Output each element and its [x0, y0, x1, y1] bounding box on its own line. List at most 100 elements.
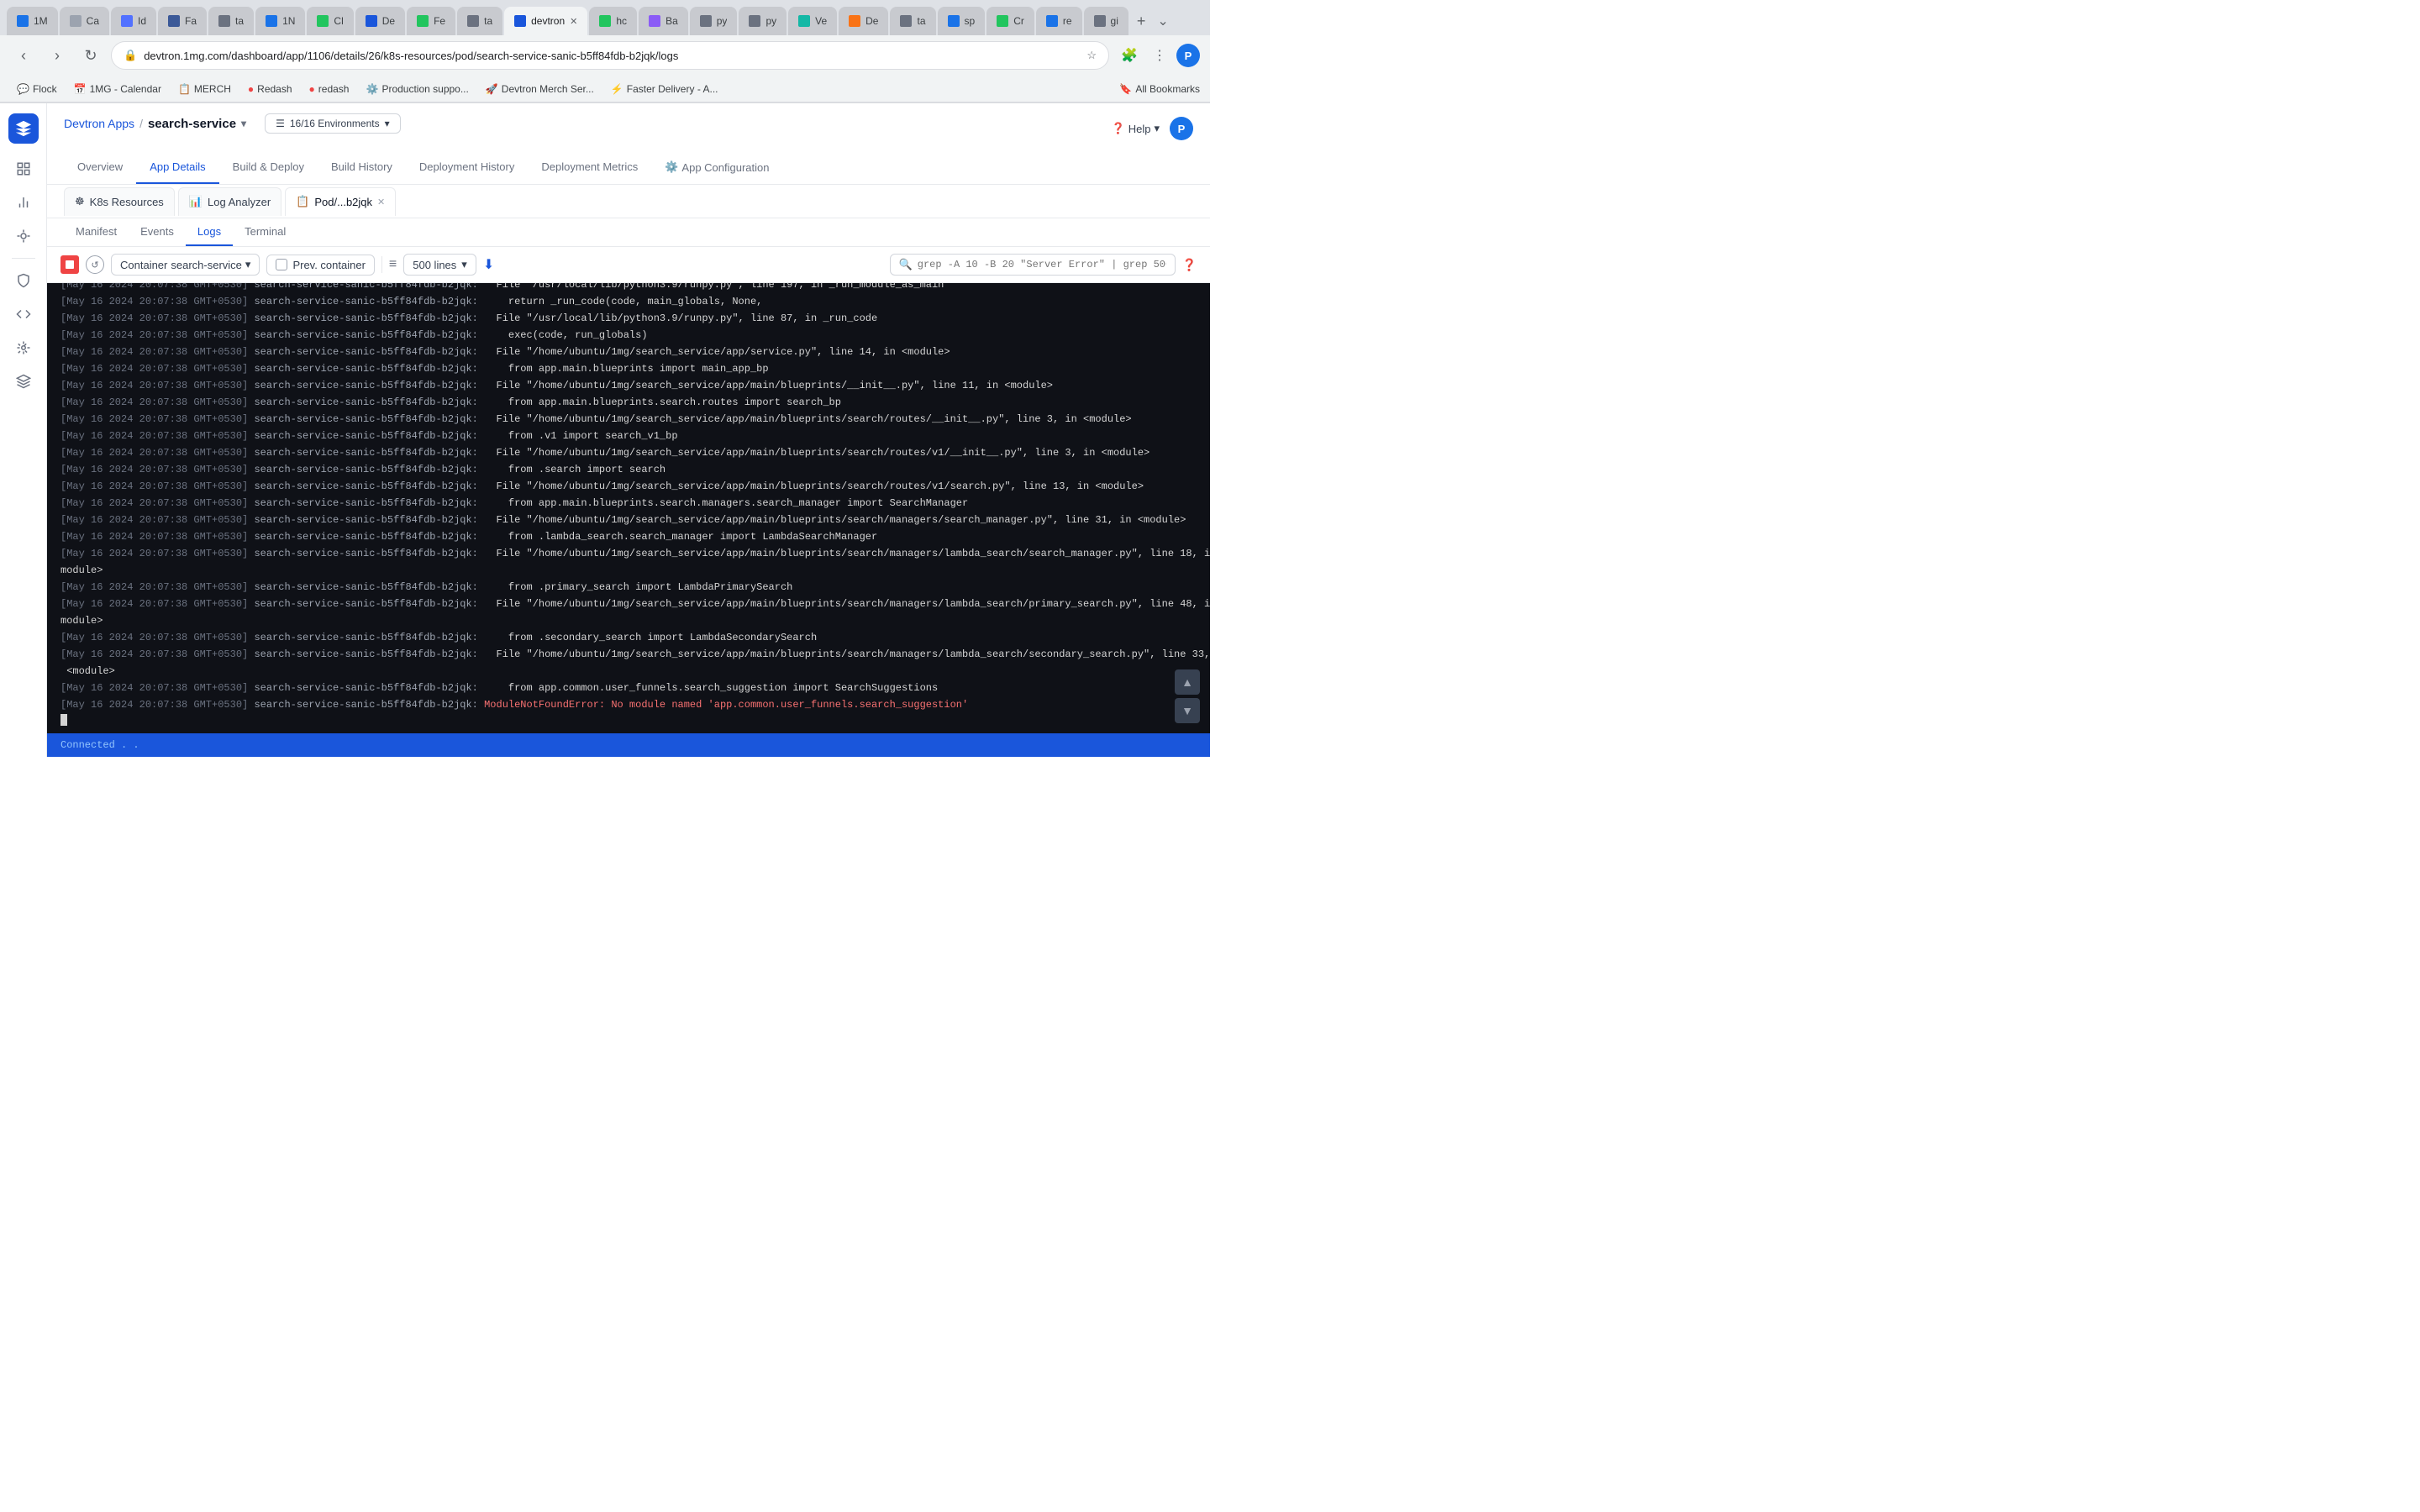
tab-id[interactable]: Id — [111, 7, 156, 35]
bookmark-star-icon[interactable]: ☆ — [1086, 49, 1097, 62]
tab-deployment-history[interactable]: Deployment History — [406, 152, 528, 184]
tab-re[interactable]: re — [1036, 7, 1082, 35]
tab-1n[interactable]: 1N — [255, 7, 305, 35]
tab-hc[interactable]: hc — [589, 7, 637, 35]
sub-tab-k8s-resources[interactable]: ☸ K8s Resources — [64, 187, 175, 216]
back-button[interactable]: ‹ — [10, 42, 37, 69]
tab-ba[interactable]: Ba — [639, 7, 688, 35]
log-pod-name: search-service-sanic-b5ff84fdb-b2jqk: — [254, 596, 484, 612]
tab-cr[interactable]: Cr — [986, 7, 1034, 35]
pod-tab-close-button[interactable]: ✕ — [377, 197, 385, 207]
tab-build-history[interactable]: Build History — [318, 152, 406, 184]
tab-sp[interactable]: sp — [938, 7, 986, 35]
sidebar-item-plugin[interactable] — [8, 333, 39, 363]
url-bar[interactable]: 🔒 devtron.1mg.com/dashboard/app/1106/det… — [111, 41, 1109, 70]
tab-app-details[interactable]: App Details — [136, 152, 218, 184]
download-button[interactable]: ⬇ — [483, 256, 494, 273]
all-bookmarks-button[interactable]: 🔖 All Bookmarks — [1119, 83, 1200, 95]
user-avatar[interactable]: P — [1170, 117, 1193, 140]
log-line: [May 16 2024 20:07:38 GMT+0530] search-s… — [47, 696, 1210, 713]
tab-ta2[interactable]: ta — [457, 7, 502, 35]
devtron-logo[interactable] — [8, 113, 39, 144]
inner-tab-manifest[interactable]: Manifest — [64, 218, 129, 246]
sub-tab-pod[interactable]: 📋 Pod/...b2jqk ✕ — [285, 187, 396, 216]
bookmark-production[interactable]: ⚙️ Production suppo... — [359, 81, 475, 97]
tab-py1[interactable]: py — [690, 7, 738, 35]
environments-selector[interactable]: ☰ 16/16 Environments ▾ — [265, 113, 401, 134]
log-pod-name: search-service-sanic-b5ff84fdb-b2jqk: — [254, 361, 484, 376]
clear-button[interactable]: ↺ — [86, 255, 104, 274]
sidebar-item-apps[interactable] — [8, 154, 39, 184]
tab-overflow-button[interactable]: ⌄ — [1157, 13, 1168, 29]
log-timestamp: [May 16 2024 20:07:38 GMT+0530] — [60, 546, 254, 561]
bookmark-calendar[interactable]: 📅 1MG - Calendar — [67, 81, 168, 97]
app-config-gear-icon: ⚙️ — [665, 160, 678, 174]
logs-content[interactable]: [May 16 2024 20:07:38 GMT+0530] search-s… — [47, 283, 1210, 733]
tab-fa[interactable]: Fa — [158, 7, 207, 35]
tab-ta[interactable]: ta — [208, 7, 254, 35]
inner-tab-terminal[interactable]: Terminal — [233, 218, 297, 246]
bookmark-flock[interactable]: 💬 Flock — [10, 81, 64, 97]
breadcrumb-service-name[interactable]: search-service ▾ — [148, 117, 246, 131]
reload-button[interactable]: ↻ — [77, 42, 104, 69]
bookmark-redash2[interactable]: ● redash — [302, 81, 356, 97]
sidebar-item-code[interactable] — [8, 299, 39, 329]
bookmark-merch[interactable]: 📋 MERCH — [171, 81, 238, 97]
sidebar-item-chart[interactable] — [8, 187, 39, 218]
bookmark-devtron-merch-icon: 🚀 — [486, 83, 498, 95]
log-pod-name: search-service-sanic-b5ff84fdb-b2jqk: — [254, 445, 484, 460]
log-line: [May 16 2024 20:07:38 GMT+0530] search-s… — [47, 545, 1210, 562]
sidebar-item-deploy[interactable] — [8, 221, 39, 251]
bookmark-redash1[interactable]: ● Redash — [241, 81, 299, 97]
breadcrumb-app-link[interactable]: Devtron Apps — [64, 117, 134, 130]
tab-overview[interactable]: Overview — [64, 152, 136, 184]
log-view-container: [May 16 2024 20:07:38 GMT+0530] search-s… — [47, 283, 1210, 757]
tab-de[interactable]: De — [355, 7, 405, 35]
log-line: [May 16 2024 20:07:38 GMT+0530] search-s… — [47, 629, 1210, 646]
profile-button[interactable]: P — [1176, 44, 1200, 67]
search-help-button[interactable]: ❓ — [1182, 258, 1197, 272]
log-timestamp: [May 16 2024 20:07:38 GMT+0530] — [60, 479, 254, 494]
container-selector[interactable]: Container search-service ▾ — [111, 254, 260, 276]
tab-devtron[interactable]: devtron ✕ — [504, 7, 587, 35]
inner-tab-logs[interactable]: Logs — [186, 218, 233, 246]
log-search-bar[interactable]: 🔍 — [890, 254, 1176, 276]
tab-fe[interactable]: Fe — [407, 7, 455, 35]
tab-gi[interactable]: gi — [1084, 7, 1128, 35]
tab-de2[interactable]: De — [839, 7, 888, 35]
lines-selector[interactable]: 500 lines ▾ — [403, 254, 476, 276]
sidebar-item-layers[interactable] — [8, 366, 39, 396]
scroll-up-button[interactable]: ▲ — [1175, 669, 1200, 695]
wrap-lines-button[interactable]: ≡ — [389, 257, 397, 272]
tab-py2[interactable]: py — [739, 7, 786, 35]
prev-container-checkbox[interactable] — [276, 259, 287, 270]
tab-ve[interactable]: Ve — [788, 7, 837, 35]
forward-button[interactable]: › — [44, 42, 71, 69]
tab-close-devtron[interactable]: ✕ — [570, 16, 577, 27]
add-tab-button[interactable]: + — [1130, 9, 1153, 34]
inner-tab-events[interactable]: Events — [129, 218, 186, 246]
tab-ta3[interactable]: ta — [890, 7, 935, 35]
tab-deployment-metrics[interactable]: Deployment Metrics — [528, 152, 651, 184]
tab-cl[interactable]: Cl — [307, 7, 353, 35]
prev-container-button[interactable]: Prev. container — [266, 255, 374, 276]
help-button[interactable]: ❓ Help ▾ — [1112, 122, 1160, 135]
tab-title-ba: Ba — [666, 15, 678, 27]
tab-1mg[interactable]: 1M — [7, 7, 58, 35]
log-search-input[interactable] — [918, 259, 1166, 270]
tab-ca[interactable]: Ca — [60, 7, 109, 35]
log-line: [May 16 2024 20:07:38 GMT+0530] search-s… — [47, 528, 1210, 545]
tab-app-configuration[interactable]: ⚙️ App Configuration — [651, 152, 782, 184]
sidebar-item-security[interactable] — [8, 265, 39, 296]
log-timestamp: [May 16 2024 20:07:38 GMT+0530] — [60, 697, 254, 712]
extensions-button[interactable]: 🧩 — [1116, 42, 1143, 69]
bookmark-devtron-merch[interactable]: 🚀 Devtron Merch Ser... — [479, 81, 601, 97]
more-tools-button[interactable]: ⋮ — [1146, 42, 1173, 69]
tab-build-deploy[interactable]: Build & Deploy — [219, 152, 318, 184]
log-pod-name: search-service-sanic-b5ff84fdb-b2jqk: — [254, 496, 484, 511]
log-timestamp: [May 16 2024 20:07:38 GMT+0530] — [60, 428, 254, 444]
bookmark-faster-delivery[interactable]: ⚡ Faster Delivery - A... — [604, 81, 725, 97]
scroll-down-button[interactable]: ▼ — [1175, 698, 1200, 723]
sub-tab-log-analyzer[interactable]: 📊 Log Analyzer — [178, 187, 281, 216]
stop-button[interactable] — [60, 255, 79, 274]
